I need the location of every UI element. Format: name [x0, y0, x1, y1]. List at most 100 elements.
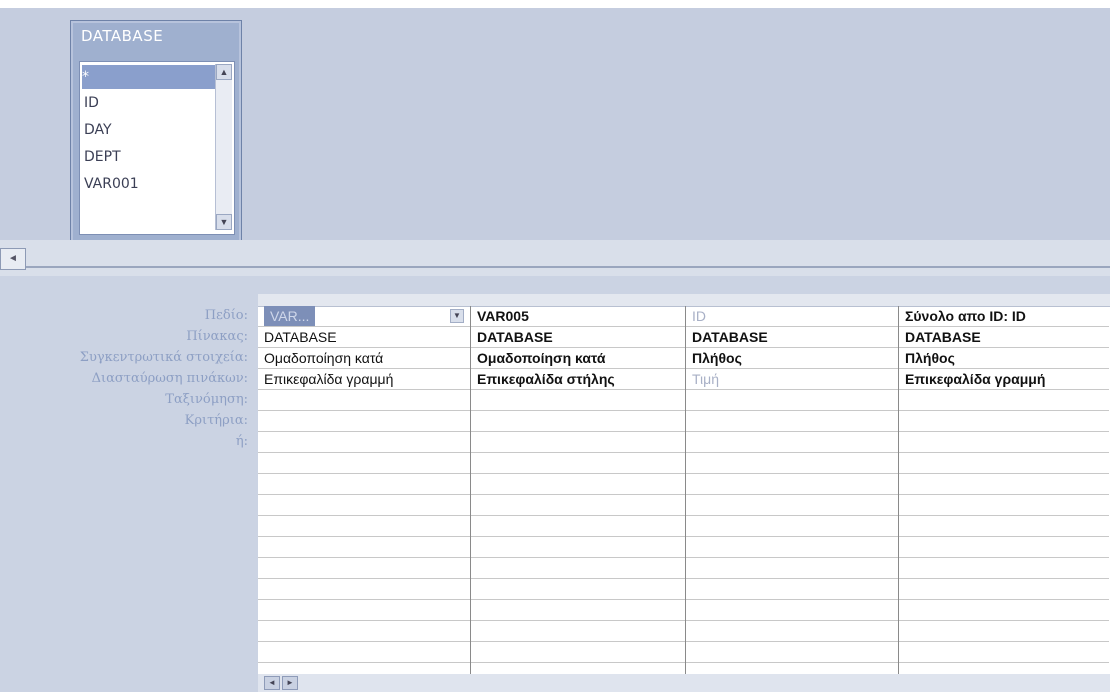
scroll-up-icon[interactable]: ▲	[216, 64, 232, 80]
field-list-item[interactable]: DEPT	[84, 145, 214, 169]
scroll-down-icon[interactable]: ▼	[216, 214, 232, 230]
empty-cell[interactable]	[899, 558, 1109, 579]
field-cell[interactable]: ID	[686, 306, 898, 327]
field-list-title: DATABASE	[81, 27, 164, 45]
criteria-cell[interactable]	[686, 411, 898, 432]
empty-cell[interactable]	[899, 495, 1109, 516]
pane-splitter[interactable]: ◄	[0, 240, 1110, 276]
grid-column-3[interactable]: ID DATABASE Πλήθος Τιμή	[686, 306, 899, 674]
field-list[interactable]: * ID DAY DEPT VAR001 ▲ ▼	[79, 61, 235, 235]
empty-cell[interactable]	[686, 537, 898, 558]
crosstab-cell[interactable]: Επικεφαλίδα γραμμή	[258, 369, 470, 390]
empty-cell[interactable]	[258, 474, 470, 495]
grid-column-4[interactable]: Σύνολο απο ID: ID DATABASE Πλήθος Επικεφ…	[899, 306, 1109, 674]
empty-cell[interactable]	[686, 453, 898, 474]
empty-cell[interactable]	[258, 453, 470, 474]
empty-cell[interactable]	[686, 600, 898, 621]
empty-cell[interactable]	[686, 558, 898, 579]
empty-cell[interactable]	[258, 558, 470, 579]
criteria-cell[interactable]	[258, 411, 470, 432]
or-cell[interactable]	[471, 432, 685, 453]
field-cell[interactable]: VAR005	[471, 306, 685, 327]
empty-cell[interactable]	[258, 642, 470, 663]
empty-cell[interactable]	[258, 495, 470, 516]
empty-cell[interactable]	[471, 600, 685, 621]
row-label-field: Πεδίο:	[204, 308, 248, 323]
splitter-line	[26, 266, 1110, 268]
empty-cell[interactable]	[899, 600, 1109, 621]
empty-cell[interactable]	[258, 516, 470, 537]
total-cell[interactable]: Πλήθος	[686, 348, 898, 369]
empty-cell[interactable]	[686, 495, 898, 516]
scroll-right-icon[interactable]: ►	[282, 676, 298, 690]
or-cell[interactable]	[686, 432, 898, 453]
empty-cell[interactable]	[686, 579, 898, 600]
field-list-item-all[interactable]: *	[82, 65, 216, 89]
row-label-or: ή:	[235, 434, 248, 449]
or-cell[interactable]	[899, 432, 1109, 453]
sort-cell[interactable]	[258, 390, 470, 411]
empty-cell[interactable]	[471, 621, 685, 642]
empty-cell[interactable]	[899, 537, 1109, 558]
field-value: VAR...	[264, 306, 316, 326]
total-cell[interactable]: Πλήθος	[899, 348, 1109, 369]
table-cell[interactable]: DATABASE	[258, 327, 470, 348]
crosstab-cell[interactable]: Επικεφαλίδα στήλης	[471, 369, 685, 390]
row-label-total: Συγκεντρωτικά στοιχεία:	[79, 350, 248, 365]
table-pane: DATABASE * ID DAY DEPT VAR001 ▲ ▼	[0, 8, 1110, 244]
row-label-sort: Ταξινόμηση:	[165, 392, 248, 407]
table-cell[interactable]: DATABASE	[899, 327, 1109, 348]
field-cell[interactable]: VAR... ▼	[258, 306, 470, 327]
field-list-window[interactable]: DATABASE * ID DAY DEPT VAR001 ▲ ▼	[70, 20, 242, 244]
empty-cell[interactable]	[471, 558, 685, 579]
sort-cell[interactable]	[899, 390, 1109, 411]
table-cell[interactable]: DATABASE	[686, 327, 898, 348]
empty-cell[interactable]	[258, 579, 470, 600]
table-cell[interactable]: DATABASE	[471, 327, 685, 348]
total-cell[interactable]: Ομαδοποίηση κατά	[258, 348, 470, 369]
empty-cell[interactable]	[686, 474, 898, 495]
empty-cell[interactable]	[899, 453, 1109, 474]
empty-cell[interactable]	[471, 474, 685, 495]
top-strip	[0, 0, 1110, 8]
chevron-down-icon[interactable]: ▼	[450, 309, 464, 323]
crosstab-cell[interactable]: Επικεφαλίδα γραμμή	[899, 369, 1109, 390]
crosstab-cell[interactable]: Τιμή	[686, 369, 898, 390]
grid-column-2[interactable]: VAR005 DATABASE Ομαδοποίηση κατά Επικεφα…	[471, 306, 686, 674]
empty-cell[interactable]	[471, 579, 685, 600]
or-cell[interactable]	[258, 432, 470, 453]
scroll-left-icon[interactable]: ◄	[264, 676, 280, 690]
grid-column-1[interactable]: VAR... ▼ DATABASE Ομαδοποίηση κατά Επικε…	[258, 306, 471, 674]
empty-cell[interactable]	[471, 642, 685, 663]
row-label-table: Πίνακας:	[186, 329, 248, 344]
empty-cell[interactable]	[471, 537, 685, 558]
empty-cell[interactable]	[686, 621, 898, 642]
sort-cell[interactable]	[471, 390, 685, 411]
criteria-cell[interactable]	[899, 411, 1109, 432]
grid-horizontal-scrollbar[interactable]: ◄ ►	[258, 674, 1110, 692]
empty-cell[interactable]	[686, 516, 898, 537]
empty-cell[interactable]	[899, 621, 1109, 642]
criteria-cell[interactable]	[471, 411, 685, 432]
row-label-criteria: Κριτήρια:	[184, 413, 248, 428]
empty-cell[interactable]	[899, 642, 1109, 663]
design-grid: VAR... ▼ DATABASE Ομαδοποίηση κατά Επικε…	[258, 294, 1110, 674]
scroll-left-icon[interactable]: ◄	[0, 248, 26, 270]
empty-cell[interactable]	[899, 516, 1109, 537]
empty-cell[interactable]	[899, 474, 1109, 495]
empty-cell[interactable]	[258, 537, 470, 558]
field-cell[interactable]: Σύνολο απο ID: ID	[899, 306, 1109, 327]
field-list-scrollbar[interactable]: ▲ ▼	[215, 64, 232, 230]
empty-cell[interactable]	[471, 516, 685, 537]
field-list-item[interactable]: DAY	[84, 118, 214, 142]
total-cell[interactable]: Ομαδοποίηση κατά	[471, 348, 685, 369]
field-list-item[interactable]: VAR001	[84, 172, 214, 196]
empty-cell[interactable]	[686, 642, 898, 663]
sort-cell[interactable]	[686, 390, 898, 411]
empty-cell[interactable]	[471, 453, 685, 474]
empty-cell[interactable]	[258, 600, 470, 621]
field-list-item[interactable]: ID	[84, 91, 214, 115]
empty-cell[interactable]	[258, 621, 470, 642]
empty-cell[interactable]	[471, 495, 685, 516]
empty-cell[interactable]	[899, 579, 1109, 600]
